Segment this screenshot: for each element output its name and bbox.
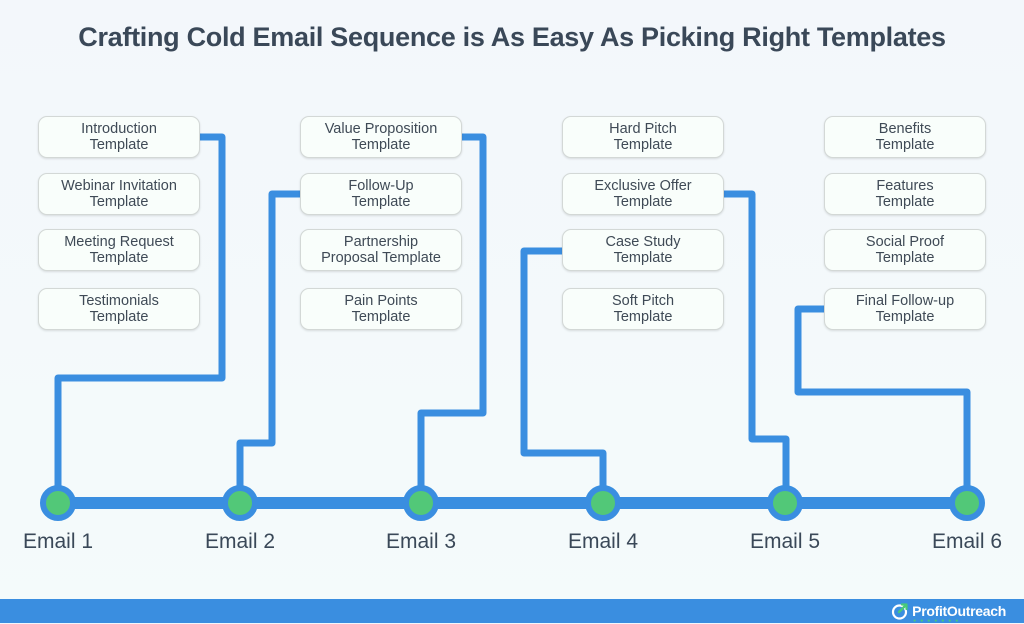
template-box-soft-pitch-template[interactable]: Soft Pitch Template	[562, 288, 724, 330]
email-node-6[interactable]	[949, 485, 985, 521]
email-node-2[interactable]	[222, 485, 258, 521]
template-label: Soft Pitch Template	[611, 293, 675, 325]
template-label: Partnership Proposal Template	[321, 234, 441, 266]
template-box-partnership-proposal-template[interactable]: Partnership Proposal Template	[300, 229, 462, 271]
circle-arrow-logo-icon	[892, 603, 908, 620]
template-box-testimonials-template[interactable]: Testimonials Template	[38, 288, 200, 330]
template-box-social-proof-template[interactable]: Social Proof Template	[824, 229, 986, 271]
email-node-1[interactable]	[40, 485, 76, 521]
email-label-4: Email 4	[567, 530, 639, 553]
connector-email-6	[794, 305, 971, 507]
template-label: Value Proposition Template	[324, 121, 438, 153]
email-label-6: Email 6	[931, 530, 1003, 553]
email-label-5: Email 5	[749, 530, 821, 553]
template-box-final-follow-up-template[interactable]: Final Follow-up Template	[824, 288, 986, 330]
template-box-meeting-request-template[interactable]: Meeting Request Template	[38, 229, 200, 271]
template-box-features-template[interactable]: Features Template	[824, 173, 986, 215]
template-box-hard-pitch-template[interactable]: Hard Pitch Template	[562, 116, 724, 158]
email-label-3: Email 3	[385, 530, 457, 553]
template-box-benefits-template[interactable]: Benefits Template	[824, 116, 986, 158]
connector-email-2	[236, 190, 305, 507]
template-box-value-proposition-template[interactable]: Value Proposition Template	[300, 116, 462, 158]
brand-dots-decoration: ●●●●●●●	[913, 618, 963, 624]
template-label: Pain Points Template	[344, 293, 418, 325]
template-box-exclusive-offer-template[interactable]: Exclusive Offer Template	[562, 173, 724, 215]
template-box-follow-up-template[interactable]: Follow-Up Template	[300, 173, 462, 215]
template-label: Introduction Template	[81, 121, 157, 153]
template-label: Hard Pitch Template	[609, 121, 677, 153]
email-node-5[interactable]	[767, 485, 803, 521]
email-node-4[interactable]	[585, 485, 621, 521]
email-label-1: Email 1	[22, 530, 94, 553]
brand-logo[interactable]: ProfitOutreach ●●●●●●●	[891, 601, 1006, 624]
template-label: Follow-Up Template	[348, 178, 414, 210]
brand-name: ProfitOutreach	[912, 603, 1006, 619]
connector-email-5	[719, 190, 790, 507]
template-label: Social Proof Template	[865, 234, 945, 266]
template-label: Final Follow-up Template	[855, 293, 955, 325]
template-label: Exclusive Offer Template	[594, 178, 692, 210]
template-box-pain-points-template[interactable]: Pain Points Template	[300, 288, 462, 330]
template-label: Webinar Invitation Template	[61, 178, 177, 210]
template-label: Case Study Template	[605, 234, 681, 266]
email-label-2: Email 2	[204, 530, 276, 553]
email-node-3[interactable]	[403, 485, 439, 521]
template-box-introduction-template[interactable]: Introduction Template	[38, 116, 200, 158]
template-label: Benefits Template	[875, 121, 935, 153]
template-box-webinar-invitation-template[interactable]: Webinar Invitation Template	[38, 173, 200, 215]
template-label: Features Template	[875, 178, 935, 210]
template-label: Meeting Request Template	[64, 234, 174, 266]
footer-bar: ProfitOutreach ●●●●●●●	[0, 599, 1024, 624]
template-label: Testimonials Template	[79, 293, 159, 325]
template-box-case-study-template[interactable]: Case Study Template	[562, 229, 724, 271]
